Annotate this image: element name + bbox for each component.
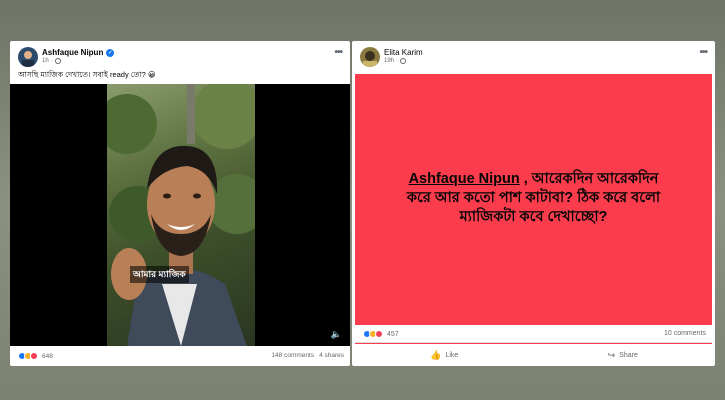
post-time[interactable]: 1h — [42, 58, 49, 64]
author-name[interactable]: Ashfaque Nipun — [42, 48, 103, 57]
post-meta: 1h · — [42, 58, 61, 64]
reactions-summary[interactable]: 648 — [18, 352, 53, 360]
love-reaction-icon — [30, 352, 38, 360]
post-elita: Elita Karim 19h · ••• Ashfaque Nipun , আ… — [352, 41, 715, 366]
globe-icon — [400, 58, 407, 64]
share-label: Share — [619, 351, 638, 359]
globe-icon — [54, 58, 61, 64]
engagement-counts: 10 comments — [664, 330, 706, 337]
post-caption: আসছি ম্যাজিক দেখাতে। সবাই ready তো? 😀 — [18, 70, 156, 79]
like-label: Like — [445, 351, 459, 359]
comments-count[interactable]: 10 comments — [664, 330, 706, 337]
author-name[interactable]: Elita Karim — [384, 48, 423, 57]
avatar[interactable] — [18, 47, 38, 67]
post-footer: 457 10 comments — [355, 325, 712, 343]
comments-count[interactable]: 148 comments — [271, 352, 314, 359]
post-footer: 648 148 comments 4 shares — [10, 347, 350, 365]
reaction-count: 648 — [42, 352, 53, 360]
engagement-counts: 148 comments 4 shares — [271, 352, 344, 359]
reactions-summary[interactable]: 457 — [363, 330, 399, 338]
post-meta: 19h · — [384, 58, 407, 64]
volume-icon[interactable]: 🔈 — [331, 329, 342, 340]
post-actions: 👍 Like ↪ Share — [355, 344, 712, 366]
avatar[interactable] — [360, 47, 380, 67]
text-line-3: ম্যাজিকটা কবে দেখাচ্ছো? — [459, 209, 608, 225]
video-player[interactable]: আমার ম্যাজিক 🔈 — [10, 84, 350, 346]
text-line-2: করে আর কতো পাশ কাটাবা? ঠিক করে বলো — [406, 190, 661, 206]
like-button[interactable]: 👍 Like — [355, 344, 534, 366]
shares-count[interactable]: 4 shares — [319, 352, 344, 359]
mention-link[interactable]: Ashfaque Nipun — [409, 171, 520, 187]
more-options-icon[interactable]: ••• — [699, 47, 707, 58]
share-arrow-icon: ↪ — [607, 349, 616, 360]
author-name-row: Elita Karim — [384, 48, 423, 57]
reaction-count: 457 — [387, 330, 399, 338]
post-time[interactable]: 19h — [384, 58, 394, 64]
video-subtitle: আমার ম্যাজিক — [130, 266, 189, 283]
post-ashfaque: Ashfaque Nipun ✓ 1h · ••• আসছি ম্যাজিক দ… — [10, 41, 350, 366]
author-name-row: Ashfaque Nipun ✓ — [42, 48, 115, 57]
love-reaction-icon — [375, 330, 383, 338]
verified-badge-icon: ✓ — [106, 48, 115, 57]
thumbs-up-icon: 👍 — [430, 349, 442, 360]
text-line-1: Ashfaque Nipun , আরেকদিন আরেকদিন — [408, 171, 659, 187]
video-frame: আমার ম্যাজিক — [107, 84, 255, 346]
more-options-icon[interactable]: ••• — [334, 47, 342, 58]
share-button[interactable]: ↪ Share — [534, 344, 713, 366]
text-post-content: Ashfaque Nipun , আরেকদিন আরেকদিন করে আর … — [362, 170, 705, 227]
